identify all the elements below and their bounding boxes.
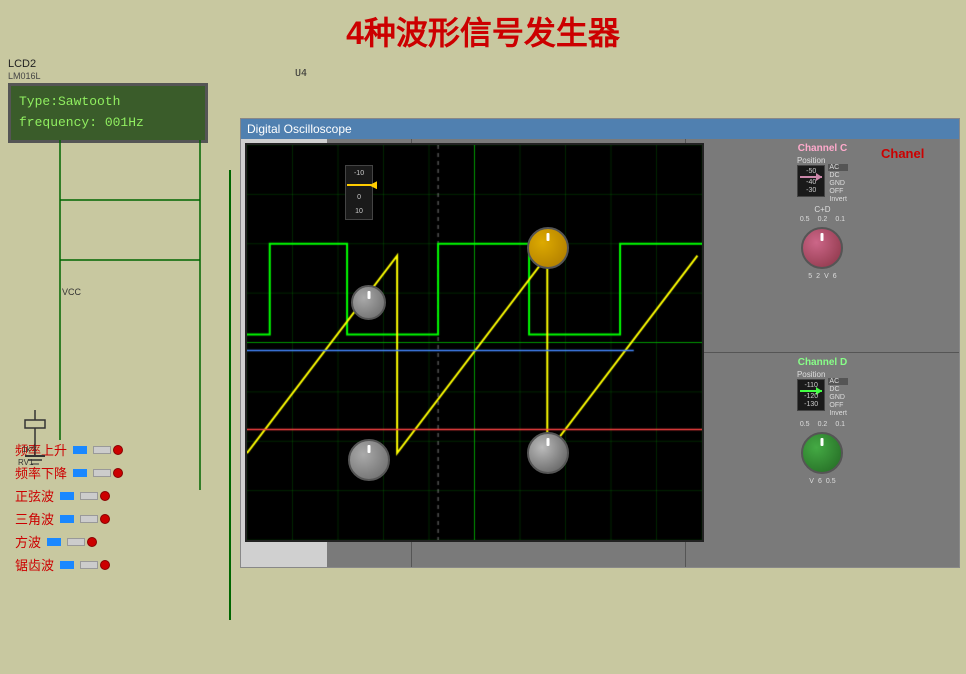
btn-comp-1 — [93, 468, 123, 478]
chd-range-top: 0.50.20.1 — [800, 421, 845, 428]
channel-c-knob[interactable] — [801, 227, 843, 269]
level-display: -10 0 10 — [345, 165, 373, 220]
btn-red-1[interactable] — [113, 468, 123, 478]
btn-label-5: 锯齿波 — [15, 555, 54, 574]
chd-ac[interactable]: AC — [828, 378, 848, 385]
osc-body: ◄ ► Trigger Level -10 — [241, 139, 959, 567]
level-col: Level -10 0 10 — [345, 156, 373, 220]
osc-title: Digital Oscilloscope — [247, 122, 352, 136]
btn-row-3[interactable]: 三角波 — [15, 509, 123, 528]
btn-indicator-2 — [60, 492, 74, 500]
button-labels-panel: 频率上升 频率下降 正弦波 三角波 方波 — [15, 440, 123, 574]
btn-comp-3 — [80, 514, 110, 524]
chc-off[interactable]: OFF — [828, 188, 848, 195]
lcd-line1: Type:Sawtooth — [19, 92, 197, 113]
btn-row-0[interactable]: 频率上升 — [15, 440, 123, 459]
btn-comp-4 — [67, 537, 97, 547]
btn-label-0: 频率上升 — [15, 440, 67, 459]
horizontal-knob[interactable] — [348, 439, 390, 481]
btn-comp-2 — [80, 491, 110, 501]
chc-coupling: AC DC GND OFF Invert — [828, 156, 848, 203]
channel-d-label: Channel D — [798, 357, 847, 368]
btn-indicator-1 — [73, 469, 87, 477]
chc-range-top: 0.50.20.1 — [800, 216, 845, 223]
chc-gnd[interactable]: GND — [828, 180, 848, 187]
osc-titlebar: Digital Oscilloscope — [241, 119, 959, 139]
btn-indicator-4 — [47, 538, 61, 546]
ic-u4-label: U4 — [295, 68, 307, 79]
lcd-label1: LCD2 — [8, 58, 208, 70]
btn-red-4[interactable] — [87, 537, 97, 547]
btn-row-2[interactable]: 正弦波 — [15, 486, 123, 505]
osc-screen-container: ◄ ► — [245, 143, 323, 563]
chc-inv[interactable]: Invert — [828, 196, 848, 203]
chc-ac[interactable]: AC — [828, 164, 848, 171]
btn-red-3[interactable] — [100, 514, 110, 524]
chd-pos-label: Position — [797, 370, 825, 379]
channel-d-section: Channel D Position -110 -120 -130 — [686, 353, 959, 567]
btn-comp-5 — [80, 560, 110, 570]
lcd-screen: Type:Sawtooth frequency: 001Hz — [8, 83, 208, 143]
btn-red-5[interactable] — [100, 560, 110, 570]
chc-pos-display: -50 -40 -30 — [797, 165, 825, 197]
chc-dc[interactable]: DC — [828, 172, 848, 179]
lcd-label2: LM016L — [8, 71, 208, 81]
btn-label-1: 频率下降 — [15, 463, 67, 482]
chd-coupling: AC DC GND OFF Invert — [828, 370, 848, 417]
chc-cd-label: C+D — [814, 205, 830, 214]
chd-position: Position -110 -120 -130 — [797, 370, 825, 411]
btn-indicator-3 — [60, 515, 74, 523]
btn-comp-0 — [93, 445, 123, 455]
osc-canvas — [245, 143, 704, 542]
channel-d-knob[interactable] — [801, 432, 843, 474]
btn-row-4[interactable]: 方波 — [15, 532, 123, 551]
chd-pos-display: -110 -120 -130 — [797, 379, 825, 411]
chc-pos-label: Position — [797, 156, 825, 165]
chc-range-bot: 52V6 — [808, 273, 836, 280]
oscilloscope-panel: Digital Oscilloscope ◄ ► Trigger — [240, 118, 960, 568]
btn-label-3: 三角波 — [15, 509, 54, 528]
circuit-svg: VCC 1k* RV1 — [0, 140, 240, 660]
svg-text:VCC: VCC — [62, 287, 82, 297]
chd-off[interactable]: OFF — [828, 402, 848, 409]
btn-red-2[interactable] — [100, 491, 110, 501]
btn-row-5[interactable]: 锯齿波 — [15, 555, 123, 574]
chd-dc[interactable]: DC — [828, 386, 848, 393]
chc-position: Position -50 -40 -30 — [797, 156, 825, 197]
chd-range-bot: V60.5 — [809, 478, 835, 485]
lcd-line2: frequency: 001Hz — [19, 113, 197, 134]
btn-label-4: 方波 — [15, 532, 41, 551]
channel-c-label: Channel C — [798, 143, 847, 154]
channel-c-controls: Position -50 -40 -30 AC — [797, 156, 848, 203]
chd-inv[interactable]: Invert — [828, 410, 848, 417]
btn-indicator-0 — [73, 446, 87, 454]
btn-row-1[interactable]: 频率下降 — [15, 463, 123, 482]
chanel-label: Chanel — [881, 146, 924, 161]
channel-c-section: Channel C Position -50 -40 -30 — [686, 139, 959, 352]
chd-gnd[interactable]: GND — [828, 394, 848, 401]
btn-red-0[interactable] — [113, 445, 123, 455]
btn-indicator-5 — [60, 561, 74, 569]
lcd-panel: LCD2 LM016L Type:Sawtooth frequency: 001… — [8, 58, 208, 143]
channel-d-controls: Position -110 -120 -130 AC — [797, 370, 848, 417]
btn-label-2: 正弦波 — [15, 486, 54, 505]
page-title: 4种波形信号发生器 — [0, 0, 966, 58]
